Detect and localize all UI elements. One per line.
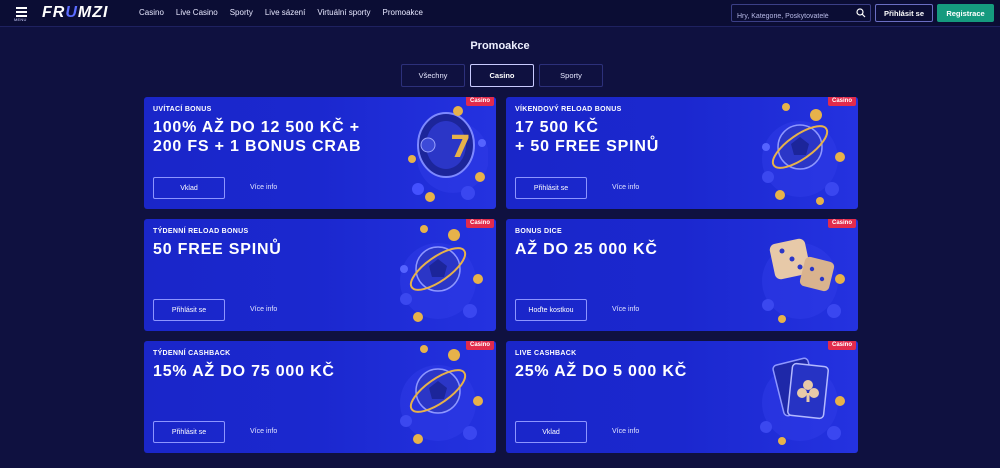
- promo-card-weekend-reload[interactable]: Casino VÍKENDOVÝ RELOAD BONUS 17 500 KČ …: [506, 97, 858, 209]
- more-info-link[interactable]: Více info: [612, 428, 639, 435]
- category-badge: Casino: [465, 341, 494, 350]
- logo[interactable]: FRUMZI: [42, 4, 108, 22]
- dice-icon: [762, 238, 845, 323]
- menu-label: MENU: [14, 17, 27, 22]
- promo-subtitle: TÝDENNÍ RELOAD BONUS: [153, 228, 249, 235]
- main-nav: Casino Live Casino Sporty Live sázení Vi…: [139, 8, 423, 17]
- nav-live-casino[interactable]: Live Casino: [176, 8, 218, 17]
- promo-card-weekly-cashback[interactable]: Casino TÝDENNÍ CASHBACK 15% AŽ DO 75 000…: [144, 341, 496, 453]
- category-badge: Casino: [827, 97, 856, 106]
- category-badge: Casino: [465, 219, 494, 228]
- top-bar: MENU FRUMZI Casino Live Casino Sporty Li…: [0, 0, 1000, 27]
- promo-headline: 15% AŽ DO 75 000 KČ: [153, 363, 335, 380]
- nav-casino[interactable]: Casino: [139, 8, 164, 17]
- promo-subtitle: VÍKENDOVÝ RELOAD BONUS: [515, 106, 622, 113]
- promo-card-live-cashback[interactable]: Casino LIVE CASHBACK 25% AŽ DO 5 000 KČ …: [506, 341, 858, 453]
- more-info-link[interactable]: Více info: [250, 184, 277, 191]
- svg-text:7: 7: [450, 130, 471, 165]
- promo-card-welcome-bonus[interactable]: 7 Casino UVÍTACÍ BONUS 100% AŽ DO 12 500…: [144, 97, 496, 209]
- filter-tabs: Všechny Casino Sporty: [401, 64, 603, 87]
- category-badge: Casino: [827, 219, 856, 228]
- more-info-link[interactable]: Více info: [250, 428, 277, 435]
- promo-subtitle: UVÍTACÍ BONUS: [153, 106, 212, 113]
- tab-sports[interactable]: Sporty: [539, 64, 603, 87]
- promo-subtitle: BONUS DICE: [515, 228, 562, 235]
- tab-all[interactable]: Všechny: [401, 64, 465, 87]
- search-input[interactable]: [732, 8, 852, 25]
- register-button[interactable]: Registrace: [937, 4, 994, 22]
- page-title: Promoakce: [470, 40, 530, 52]
- more-info-link[interactable]: Více info: [612, 184, 639, 191]
- promo-headline: 100% AŽ DO 12 500 KČ + 200 FS + 1 BONUS …: [153, 119, 362, 155]
- promo-card-bonus-dice[interactable]: Casino BONUS DICE AŽ DO 25 000 KČ Hoďte …: [506, 219, 858, 331]
- playing-cards-icon: [760, 357, 845, 445]
- promo-headline: 50 FREE SPINŮ: [153, 241, 282, 258]
- nav-live-betting[interactable]: Live sázení: [265, 8, 305, 17]
- category-badge: Casino: [827, 341, 856, 350]
- category-badge: Casino: [465, 97, 494, 106]
- promo-headline: 25% AŽ DO 5 000 KČ: [515, 363, 688, 380]
- login-button[interactable]: Přihlásit se: [515, 177, 587, 199]
- soccer-ball-icon: [400, 345, 483, 444]
- slot-reel-icon: 7: [408, 106, 488, 202]
- search-icon[interactable]: [856, 8, 866, 18]
- promo-headline: 17 500 KČ + 50 FREE SPINŮ: [515, 119, 660, 155]
- more-info-link[interactable]: Více info: [250, 306, 277, 313]
- menu-button[interactable]: MENU: [12, 4, 32, 24]
- soccer-ball-icon: [400, 225, 483, 322]
- hamburger-icon: [16, 7, 27, 9]
- promo-card-weekly-reload[interactable]: Casino TÝDENNÍ RELOAD BONUS 50 FREE SPIN…: [144, 219, 496, 331]
- search-box: [731, 4, 871, 25]
- promo-headline: AŽ DO 25 000 KČ: [515, 241, 658, 258]
- login-button[interactable]: Přihlásit se: [153, 421, 225, 443]
- promo-subtitle: TÝDENNÍ CASHBACK: [153, 350, 231, 357]
- more-info-link[interactable]: Více info: [612, 306, 639, 313]
- soccer-ball-icon: [762, 103, 845, 205]
- deposit-button[interactable]: Vklad: [153, 177, 225, 199]
- deposit-button[interactable]: Vklad: [515, 421, 587, 443]
- tab-casino[interactable]: Casino: [470, 64, 534, 87]
- nav-sports[interactable]: Sporty: [230, 8, 253, 17]
- nav-virtual-sports[interactable]: Virtuální sporty: [317, 8, 370, 17]
- nav-promotions[interactable]: Promoakce: [383, 8, 423, 17]
- promo-subtitle: LIVE CASHBACK: [515, 350, 577, 357]
- login-button[interactable]: Přihlásit se: [153, 299, 225, 321]
- roll-dice-button[interactable]: Hoďte kostkou: [515, 299, 587, 321]
- login-button[interactable]: Přihlásit se: [875, 4, 933, 22]
